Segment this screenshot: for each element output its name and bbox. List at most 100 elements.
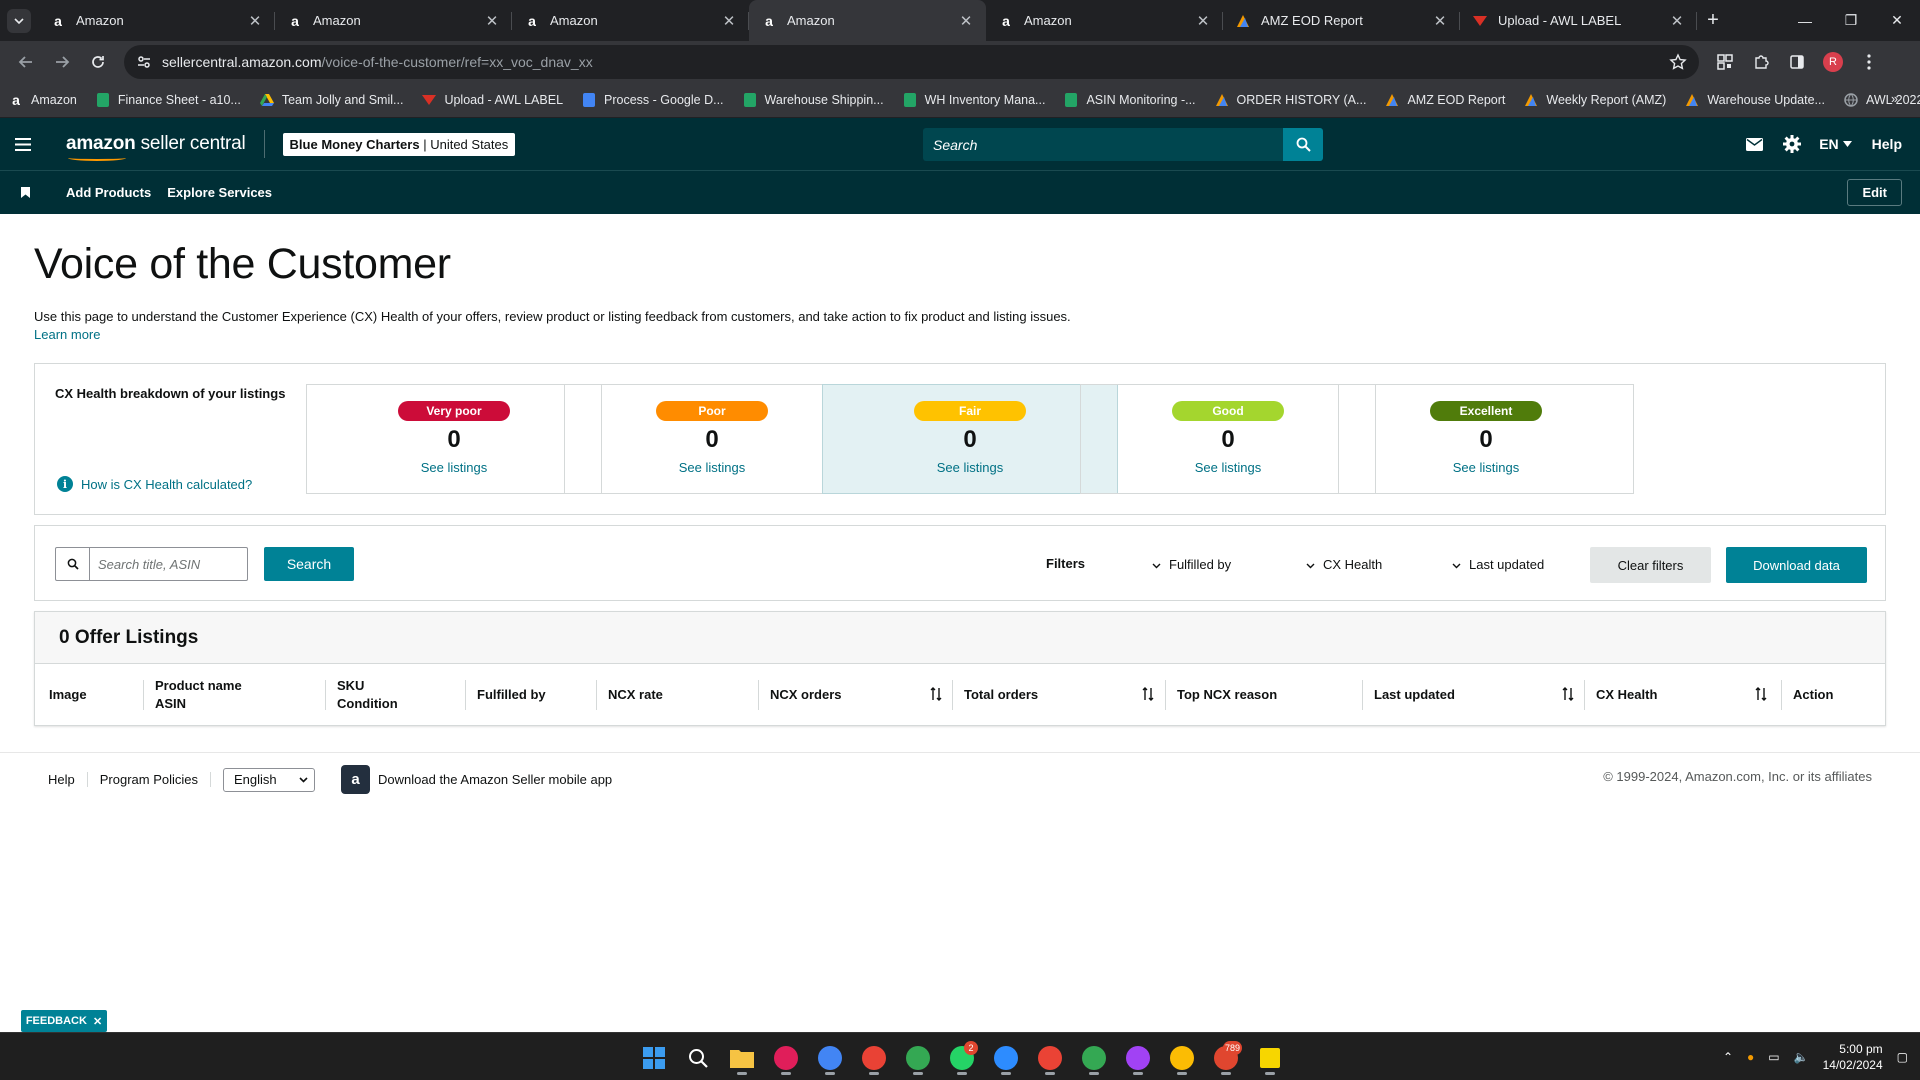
chrome-icon[interactable] <box>1164 1040 1200 1076</box>
seller-app-download-link[interactable]: a Download the Amazon Seller mobile app <box>341 765 612 794</box>
column-header[interactable]: Last updated <box>1362 664 1455 726</box>
tab-search-button[interactable] <box>0 0 38 41</box>
browser-tab[interactable]: a Amazon ✕ <box>986 0 1223 41</box>
listing-search-field[interactable]: Search title, ASIN <box>55 547 248 581</box>
feedback-button[interactable]: FEEDBACK ✕ <box>21 1010 107 1032</box>
volume-icon[interactable]: 🔈 <box>1794 1050 1809 1064</box>
close-tab-icon[interactable]: ✕ <box>247 12 263 30</box>
extensions-puzzle-icon[interactable] <box>1747 48 1775 76</box>
file-explorer-icon[interactable] <box>724 1040 760 1076</box>
see-listings-link[interactable]: See listings <box>1195 460 1261 475</box>
close-tab-icon[interactable]: ✕ <box>958 12 974 30</box>
cx-health-card-excellent[interactable]: Excellent 0 See listings <box>1338 384 1634 494</box>
mail-icon[interactable] <box>1735 137 1773 151</box>
browser-menu-icon[interactable] <box>1855 48 1883 76</box>
header-search-button[interactable] <box>1283 128 1323 161</box>
site-info-icon[interactable] <box>136 54 152 70</box>
browser-tab[interactable]: a Amazon ✕ <box>512 0 749 41</box>
address-bar[interactable]: sellercentral.amazon.com/voice-of-the-cu… <box>124 45 1699 79</box>
program-policies-link[interactable]: Program Policies <box>88 772 212 787</box>
bookmark-item[interactable]: ASIN Monitoring -... <box>1063 92 1196 108</box>
footer-help-link[interactable]: Help <box>48 772 88 787</box>
browser-tab[interactable]: Upload - AWL LABEL ✕ <box>1460 0 1697 41</box>
zoom-icon[interactable] <box>988 1040 1024 1076</box>
bookmark-item[interactable]: Upload - AWL LABEL <box>421 92 563 108</box>
close-tab-icon[interactable]: ✕ <box>484 12 500 30</box>
see-listings-link[interactable]: See listings <box>1453 460 1519 475</box>
close-tab-icon[interactable]: ✕ <box>1195 12 1211 30</box>
minimize-button[interactable]: — <box>1782 0 1828 41</box>
column-header[interactable]: NCX orders <box>758 664 842 726</box>
qr-extension-icon[interactable] <box>1711 48 1739 76</box>
close-icon[interactable]: ✕ <box>93 1015 102 1028</box>
last-updated-dropdown[interactable]: Last updated <box>1452 557 1544 572</box>
windows-start-icon[interactable] <box>636 1040 672 1076</box>
browser-tab[interactable]: AMZ EOD Report ✕ <box>1223 0 1460 41</box>
sort-icon[interactable] <box>930 686 942 707</box>
slack-icon[interactable] <box>768 1040 804 1076</box>
bookmark-item[interactable]: Finance Sheet - a10... <box>95 92 241 108</box>
chrome-icon[interactable] <box>812 1040 848 1076</box>
chrome-icon[interactable] <box>1032 1040 1068 1076</box>
close-tab-icon[interactable]: ✕ <box>721 12 737 30</box>
listing-search-input[interactable]: Search title, ASIN <box>90 548 247 580</box>
close-tab-icon[interactable]: ✕ <box>1669 12 1685 30</box>
browser-tab[interactable]: a Amazon ✕ <box>749 0 986 41</box>
close-tab-icon[interactable]: ✕ <box>1432 12 1448 30</box>
microphone-icon[interactable]: ● <box>1747 1050 1754 1064</box>
reload-button[interactable] <box>80 44 116 80</box>
edit-nav-button[interactable]: Edit <box>1847 179 1902 206</box>
footer-language-select[interactable]: English <box>223 767 316 792</box>
sort-icon[interactable] <box>1755 686 1767 707</box>
new-tab-button[interactable]: + <box>1697 0 1729 41</box>
bookmark-item[interactable]: Weekly Report (AMZ) <box>1523 92 1666 108</box>
fulfilled-by-dropdown[interactable]: Fulfilled by <box>1152 557 1231 572</box>
bookmark-icon[interactable] <box>0 187 50 198</box>
sort-icon[interactable] <box>1142 686 1154 707</box>
seller-central-logo[interactable]: amazon seller central <box>66 133 246 161</box>
settings-gear-icon[interactable] <box>1773 135 1811 153</box>
cx-health-card-fair[interactable]: Fair 0 See listings <box>822 384 1118 494</box>
taskbar-clock[interactable]: 5:00 pm 14/02/2024 <box>1823 1041 1883 1073</box>
bookmark-item[interactable]: Warehouse Shippin... <box>742 92 884 108</box>
cx-health-card-good[interactable]: Good 0 See listings <box>1080 384 1376 494</box>
bookmark-item[interactable]: Team Jolly and Smil... <box>259 92 403 108</box>
bookmark-item[interactable]: AMZ EOD Report <box>1384 92 1505 108</box>
see-listings-link[interactable]: See listings <box>679 460 745 475</box>
network-icon[interactable]: ▭ <box>1768 1050 1779 1064</box>
chrome-icon[interactable] <box>900 1040 936 1076</box>
bookmark-item[interactable]: Warehouse Update... <box>1684 92 1825 108</box>
see-listings-link[interactable]: See listings <box>937 460 1003 475</box>
language-selector[interactable]: EN <box>1819 136 1852 152</box>
header-search-input[interactable]: Search <box>923 128 1283 161</box>
cx-health-how-link[interactable]: i How is CX Health calculated? <box>57 476 252 492</box>
add-products-link[interactable]: Add Products <box>66 185 151 200</box>
close-window-button[interactable]: ✕ <box>1874 0 1920 41</box>
listing-search-button[interactable]: Search <box>264 547 354 581</box>
bookmarks-overflow-icon[interactable]: » <box>1891 92 1898 106</box>
cx-health-card-very-poor[interactable]: Very poor 0 See listings <box>306 384 602 494</box>
search-icon[interactable] <box>680 1040 716 1076</box>
whatsapp-icon[interactable]: 2 <box>944 1040 980 1076</box>
bookmark-item[interactable]: ORDER HISTORY (A... <box>1214 92 1366 108</box>
chevron-up-icon[interactable]: ⌃ <box>1723 1050 1733 1064</box>
bookmark-item[interactable]: WH Inventory Mana... <box>902 92 1045 108</box>
column-header[interactable]: CX Health <box>1584 664 1657 726</box>
sticky-notes-icon[interactable] <box>1252 1040 1288 1076</box>
restore-button[interactable]: ❐ <box>1828 0 1874 41</box>
chrome-icon[interactable] <box>1120 1040 1156 1076</box>
learn-more-link[interactable]: Learn more <box>34 327 100 342</box>
hamburger-menu-icon[interactable] <box>0 118 46 170</box>
bookmark-item[interactable]: Process - Google D... <box>581 92 724 108</box>
back-button[interactable] <box>8 44 44 80</box>
forward-button[interactable] <box>44 44 80 80</box>
side-panel-icon[interactable] <box>1783 48 1811 76</box>
chrome-icon[interactable] <box>856 1040 892 1076</box>
browser-tab[interactable]: a Amazon ✕ <box>275 0 512 41</box>
telegram-icon[interactable]: 789 <box>1208 1040 1244 1076</box>
chrome-icon[interactable] <box>1076 1040 1112 1076</box>
bookmark-item[interactable]: a Amazon <box>8 92 77 108</box>
download-data-button[interactable]: Download data <box>1726 547 1867 583</box>
cx-health-dropdown[interactable]: CX Health <box>1306 557 1382 572</box>
clear-filters-button[interactable]: Clear filters <box>1590 547 1711 583</box>
